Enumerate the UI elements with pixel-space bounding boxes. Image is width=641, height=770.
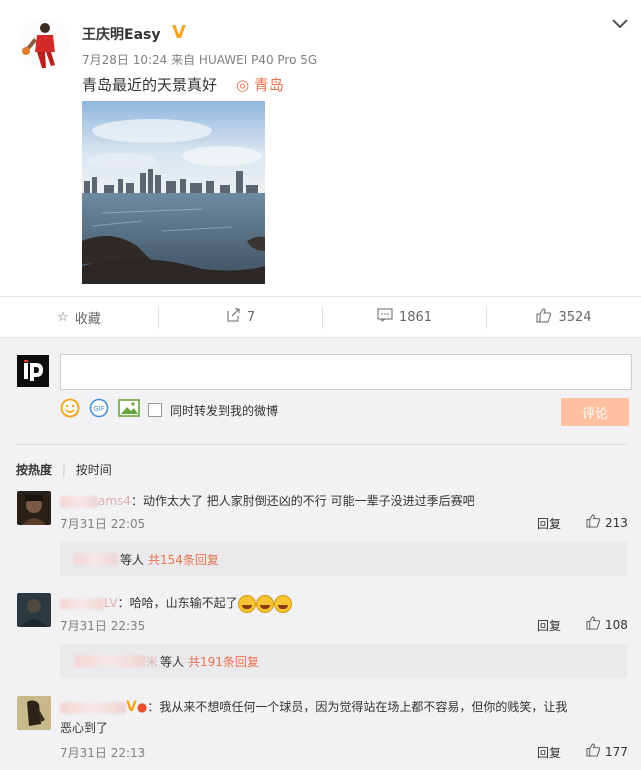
forward-label: 同时转发到我的微博 bbox=[170, 403, 279, 418]
action-bar: ☆ 收藏 7 1861 3524 bbox=[0, 296, 641, 338]
divider bbox=[16, 444, 627, 445]
sub-reply-user-suffix: 米 bbox=[146, 654, 159, 669]
favorite-button[interactable]: ☆ 收藏 bbox=[0, 297, 158, 337]
sub-reply-user-blurred bbox=[74, 553, 118, 565]
repost-button[interactable]: 7 bbox=[159, 297, 322, 337]
commenter-name-blurred[interactable] bbox=[60, 597, 104, 610]
verified-badge-icon: V bbox=[172, 22, 186, 43]
forward-checkbox[interactable] bbox=[148, 403, 162, 417]
sub-reply-prefix: 等人 bbox=[160, 654, 185, 669]
commenter-avatar[interactable] bbox=[17, 696, 51, 730]
medal-icon: ● bbox=[136, 700, 148, 714]
comment-icon bbox=[377, 308, 393, 326]
reply-button[interactable]: 回复 bbox=[537, 515, 561, 532]
sub-replies[interactable]: 等人 共154条回复 bbox=[60, 542, 627, 576]
commenter-avatar[interactable] bbox=[17, 491, 51, 525]
sub-reply-count[interactable]: 共191条回复 bbox=[188, 653, 259, 670]
location-label: 青岛 bbox=[253, 76, 284, 94]
comment-time: 7月31日 22:13 bbox=[60, 746, 146, 760]
verified-badge-icon: V bbox=[126, 699, 137, 715]
comment-line: LV：哈哈，山东输不起了 bbox=[60, 594, 292, 613]
post-photo[interactable] bbox=[82, 101, 265, 284]
comment-text-continued: 恶心到了 bbox=[60, 721, 109, 735]
reply-button[interactable]: 回复 bbox=[537, 617, 561, 634]
laugh-cry-emoji-icon bbox=[237, 594, 292, 613]
comment-like-button[interactable]: 213 bbox=[586, 514, 628, 531]
svg-text:GIF: GIF bbox=[93, 405, 105, 413]
commenter-name-suffix[interactable]: LV bbox=[104, 596, 118, 610]
sub-reply-count[interactable]: 共154条回复 bbox=[148, 551, 219, 568]
post-text: 青岛最近的天景真好 bbox=[82, 76, 218, 94]
image-icon[interactable] bbox=[118, 399, 140, 421]
tab-time[interactable]: 按时间 bbox=[76, 463, 112, 477]
chevron-down-icon[interactable] bbox=[612, 14, 628, 33]
repost-icon bbox=[226, 308, 241, 326]
commenter-name-suffix[interactable]: ams4 bbox=[98, 494, 131, 508]
like-button[interactable]: 3524 bbox=[487, 297, 641, 337]
thumbs-up-icon bbox=[536, 307, 552, 327]
comment-text: ：动作太大了 把人家肘倒还凶的不行 可能一辈子没进过季后赛吧 bbox=[130, 494, 475, 508]
post-meta: 7月28日 10:24 来自 HUAWEI P40 Pro 5G bbox=[82, 53, 318, 67]
comment-line: V●：我从来不想喷任何一个球员，因为觉得站在场上都不容易，但你的贱笑，让我 bbox=[60, 697, 567, 717]
composer-tools: GIF 同时转发到我的微博 bbox=[60, 398, 278, 422]
comment-line: ams4：动作太大了 把人家肘倒还凶的不行 可能一辈子没进过季后赛吧 bbox=[60, 492, 475, 509]
reply-button[interactable]: 回复 bbox=[537, 744, 561, 761]
commenter-avatar[interactable] bbox=[17, 593, 51, 627]
commenter-name-blurred[interactable] bbox=[60, 701, 126, 714]
thumbs-up-icon bbox=[586, 743, 601, 760]
emoji-icon[interactable] bbox=[60, 398, 80, 422]
comment-like-count: 177 bbox=[605, 744, 628, 759]
like-count: 3524 bbox=[558, 309, 592, 325]
comment-like-button[interactable]: 108 bbox=[586, 616, 628, 633]
comment-button[interactable]: 1861 bbox=[323, 297, 486, 337]
comment-like-count: 213 bbox=[605, 515, 628, 530]
author-avatar[interactable] bbox=[18, 18, 70, 70]
comment-like-button[interactable]: 177 bbox=[586, 743, 628, 760]
current-user-avatar bbox=[17, 355, 49, 387]
gif-icon[interactable]: GIF bbox=[88, 398, 110, 422]
star-icon: ☆ bbox=[57, 309, 69, 325]
comment-count: 1861 bbox=[398, 309, 433, 325]
sub-reply-user-blurred bbox=[74, 655, 146, 667]
commenter-name-blurred[interactable] bbox=[60, 495, 98, 508]
tab-hot[interactable]: 按热度 bbox=[16, 463, 52, 477]
author-name[interactable]: 王庆明Easy bbox=[82, 24, 160, 44]
comment-input[interactable] bbox=[60, 354, 632, 390]
sub-replies[interactable]: 米 等人 共191条回复 bbox=[60, 644, 627, 678]
sort-separator: | bbox=[61, 463, 66, 477]
submit-comment-button[interactable]: 评论 bbox=[561, 398, 629, 426]
sort-tabs: 按热度 | 按时间 bbox=[16, 461, 112, 478]
comment-text: ：我从来不想喷任何一个球员，因为觉得站在场上都不容易，但你的贱笑，让我 bbox=[147, 700, 568, 714]
repost-count: 7 bbox=[246, 309, 256, 325]
comment-time: 7月31日 22:05 bbox=[60, 517, 146, 531]
thumbs-up-icon bbox=[586, 514, 601, 531]
post-card: 王庆明Easy V 7月28日 10:24 来自 HUAWEI P40 Pro … bbox=[0, 0, 641, 296]
thumbs-up-icon bbox=[586, 616, 601, 633]
comment-time: 7月31日 22:35 bbox=[60, 619, 146, 633]
map-pin-icon: ◎ bbox=[236, 76, 250, 94]
location-link[interactable]: ◎ 青岛 bbox=[236, 74, 284, 95]
comment-text: ：哈哈，山东输不起了 bbox=[117, 596, 238, 610]
favorite-label: 收藏 bbox=[74, 311, 101, 327]
sub-reply-prefix: 等人 bbox=[120, 552, 145, 567]
comment-like-count: 108 bbox=[605, 617, 628, 632]
